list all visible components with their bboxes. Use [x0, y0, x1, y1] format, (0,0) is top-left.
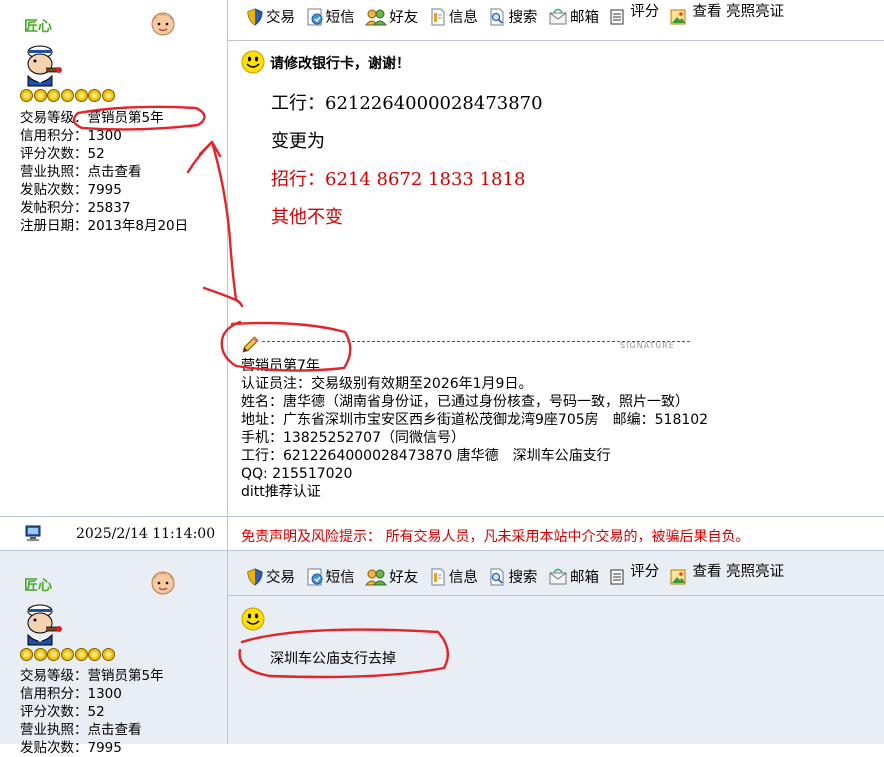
image-icon	[670, 8, 686, 26]
user-post-points: 发帖积分：25837	[20, 200, 131, 216]
divider	[228, 40, 884, 41]
signature-line: 营销员第7年	[241, 358, 320, 374]
pencil-icon	[241, 336, 259, 354]
rank-stars	[20, 89, 116, 102]
star-icon	[61, 648, 74, 661]
signature: 营销员第7年 认证员注：交易级别有效期至2026年1月9日。 姓名：唐华德（湖南…	[241, 357, 708, 501]
post-2: 匠心 交易等级：营销员第5年 信用积分：1300 评分次数：52 营业执照：点击…	[0, 551, 884, 756]
user-license-link[interactable]: 营业执照：点击查看	[20, 163, 188, 181]
star-icon	[34, 89, 47, 102]
reply-text: 深圳车公庙支行去掉	[270, 651, 396, 667]
friend-button[interactable]: 好友	[365, 566, 418, 587]
post-meta-bar: 2025/2/14 11:14:00 免责声明及风险提示： 所有交易人员，凡未采…	[0, 516, 884, 551]
post-toolbar: 交易 短信 好友 信息 搜索 邮箱 评分 查看 亮照亮证	[246, 4, 790, 32]
mailbox-button[interactable]: 邮箱	[548, 566, 599, 587]
user-sidebar: 匠心 交易等级：营销员第5年 信用积分：1300 评分次数：52 营业执照：点击…	[0, 551, 228, 756]
disclaimer: 免责声明及风险提示： 所有交易人员，凡未采用本站中介交易的，被骗后果自负。	[241, 529, 750, 545]
signature-line: ditt推荐认证	[241, 484, 321, 500]
user-license-link[interactable]: 营业执照：点击查看	[20, 721, 164, 739]
user-face-icon	[150, 569, 176, 595]
info-button[interactable]: 信息	[429, 6, 478, 27]
signature-label: SIGNATURE	[620, 341, 675, 350]
post-time: 2025/2/14 11:14:00	[76, 526, 216, 542]
search-button[interactable]: 搜索	[488, 6, 537, 27]
user-rating-count: 评分次数：52	[20, 146, 105, 162]
change-to-line: 变更为	[271, 131, 325, 152]
message-icon	[306, 568, 324, 586]
shield-icon	[246, 8, 264, 26]
user-credit: 信用积分：1300	[20, 128, 122, 144]
user-info: 交易等级：营销员第5年 信用积分：1300 评分次数：52 营业执照：点击查看 …	[20, 109, 188, 235]
user-rating-count: 评分次数：52	[20, 704, 105, 720]
star-icon	[47, 89, 60, 102]
message-icon	[306, 8, 324, 26]
star-icon	[61, 89, 74, 102]
sms-button[interactable]: 短信	[306, 566, 355, 587]
star-icon	[47, 648, 60, 661]
rate-button[interactable]: 评分	[610, 4, 659, 27]
user-register-date: 注册日期：2013年8月20日	[20, 218, 189, 234]
search-icon	[488, 8, 506, 26]
search-icon	[488, 568, 506, 586]
meta-sidebar: 2025/2/14 11:14:00	[0, 517, 228, 550]
signature-line: QQ: 215517020	[241, 466, 353, 482]
view-license-button[interactable]: 查看 亮照亮证	[670, 564, 784, 587]
user-trade-level: 交易等级：营销员第5年	[20, 110, 164, 126]
rank-stars	[20, 648, 116, 661]
signature-line: 认证员注：交易级别有效期至2026年1月9日。	[241, 376, 533, 392]
star-icon	[20, 89, 33, 102]
old-bank-line: 工行：6212264000028473870	[271, 93, 543, 114]
post-toolbar: 交易 短信 好友 信息 搜索 邮箱 评分 查看 亮照亮证	[246, 564, 790, 592]
mailbox-button[interactable]: 邮箱	[548, 6, 599, 27]
friend-button[interactable]: 好友	[365, 6, 418, 27]
image-icon	[670, 568, 686, 586]
trade-button[interactable]: 交易	[246, 6, 295, 27]
star-icon	[88, 89, 101, 102]
list-icon	[610, 8, 624, 26]
mail-icon	[548, 568, 568, 586]
username[interactable]: 匠心	[24, 16, 52, 36]
search-button[interactable]: 搜索	[488, 566, 537, 587]
smiley-icon	[241, 607, 265, 631]
friends-icon	[365, 568, 387, 586]
post-1: 匠心 交易等级：营销员第5年 信用积分：1300 评分次数：52 营业执照：点击…	[0, 0, 884, 516]
star-icon	[75, 648, 88, 661]
user-trade-level: 交易等级：营销员第5年	[20, 668, 164, 684]
smiley-icon	[241, 50, 265, 74]
user-face-icon	[150, 10, 176, 36]
post-title: 请修改银行卡，谢谢！	[270, 56, 410, 72]
star-icon	[102, 648, 115, 661]
avatar[interactable]	[18, 42, 64, 88]
signature-line: 工行：6212264000028473870 唐华德 深圳车公庙支行	[241, 448, 611, 464]
user-credit: 信用积分：1300	[20, 686, 122, 702]
signature-line: 手机：13825252707（同微信号）	[241, 430, 465, 446]
sms-button[interactable]: 短信	[306, 6, 355, 27]
trade-button[interactable]: 交易	[246, 566, 295, 587]
avatar[interactable]	[18, 601, 64, 647]
username[interactable]: 匠心	[24, 575, 52, 595]
star-icon	[75, 89, 88, 102]
view-license-button[interactable]: 查看 亮照亮证	[670, 4, 784, 27]
document-icon	[429, 8, 447, 26]
star-icon	[102, 89, 115, 102]
document-icon	[429, 568, 447, 586]
star-icon	[88, 648, 101, 661]
user-post-count: 发贴次数：7995	[20, 740, 122, 756]
shield-icon	[246, 568, 264, 586]
info-button[interactable]: 信息	[429, 566, 478, 587]
signature-line: 姓名：唐华德（湖南省身份证，已通过身份核查，号码一致，照片一致）	[241, 394, 689, 410]
signature-line: 地址：广东省深圳市宝安区西乡街道松茂御龙湾9座705房 邮编：518102	[241, 412, 709, 428]
unchanged-line: 其他不变	[271, 207, 343, 228]
list-icon	[610, 568, 624, 586]
mail-icon	[548, 8, 568, 26]
friends-icon	[365, 8, 387, 26]
computer-icon	[24, 524, 42, 542]
star-icon	[20, 648, 33, 661]
user-sidebar: 匠心 交易等级：营销员第5年 信用积分：1300 评分次数：52 营业执照：点击…	[0, 0, 228, 516]
user-post-count: 发贴次数：7995	[20, 182, 122, 198]
new-bank-line: 招行：6214 8672 1833 1818	[271, 169, 526, 190]
star-icon	[34, 648, 47, 661]
rate-button[interactable]: 评分	[610, 564, 659, 587]
divider	[228, 595, 884, 596]
